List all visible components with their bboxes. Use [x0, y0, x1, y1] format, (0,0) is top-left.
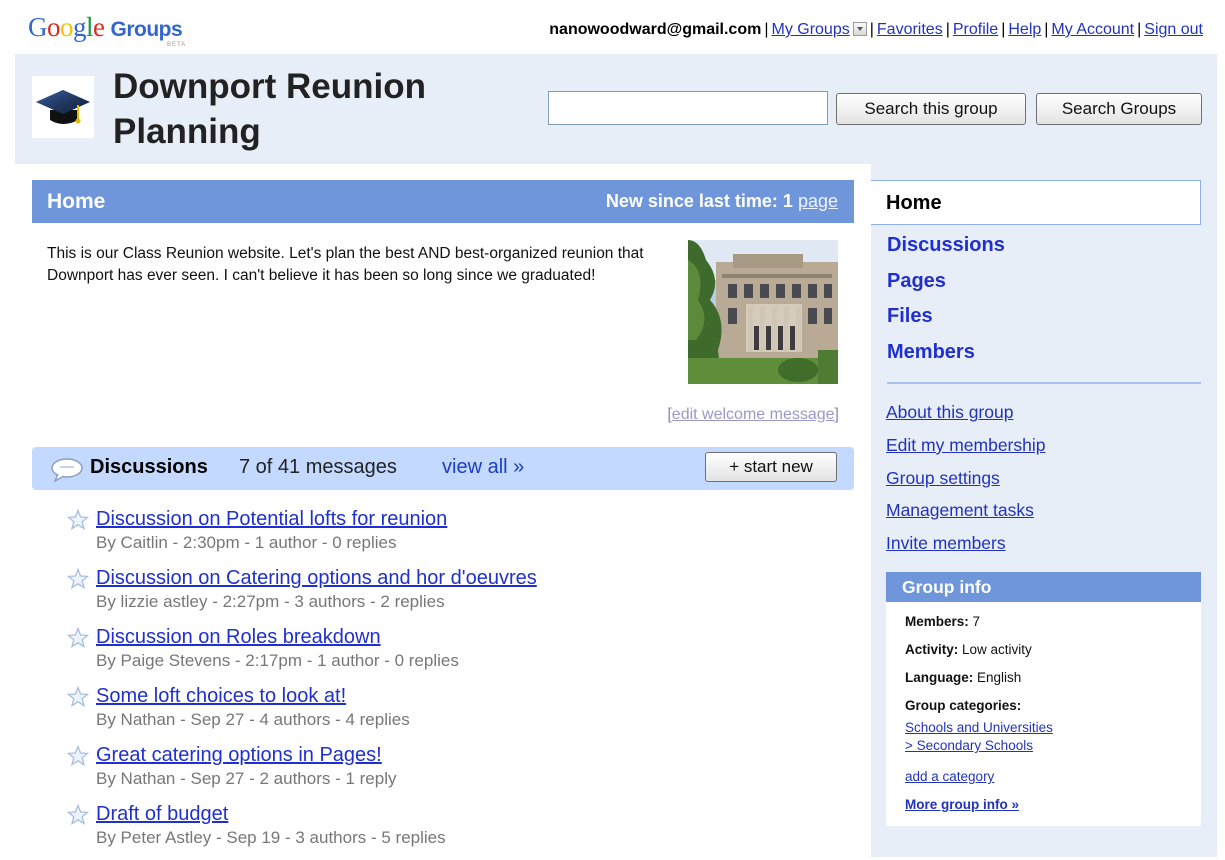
school-building-photo	[688, 240, 838, 384]
user-email: nanowoodward@gmail.com	[549, 21, 762, 38]
google-groups-logo[interactable]: Google Groups BETA	[28, 12, 187, 48]
top-bar: Google Groups BETA nanowoodward@gmail.com |…	[0, 0, 1225, 54]
edit-welcome-message-link[interactable]: edit welcome message	[672, 406, 835, 423]
my-groups-link[interactable]: My Groups	[771, 21, 849, 38]
header-divider	[15, 164, 871, 178]
view-all-link[interactable]: view all »	[442, 456, 524, 479]
search-groups-button[interactable]: Search Groups	[1036, 93, 1202, 125]
new-page-link[interactable]: page	[798, 191, 838, 211]
thread-link[interactable]: Draft of budget	[96, 801, 827, 827]
discussions-title: Discussions	[90, 456, 208, 478]
help-link[interactable]: Help	[1008, 21, 1041, 38]
favorites-link[interactable]: Favorites	[877, 21, 943, 38]
home-header-bar: Home New since last time: 1 page	[32, 180, 854, 223]
graduation-cap-icon	[32, 76, 94, 138]
thread-link[interactable]: Discussion on Roles breakdown	[96, 624, 827, 650]
management-tasks-link[interactable]: Management tasks	[886, 500, 1034, 521]
home-title: Home	[47, 190, 106, 213]
thread-meta: By Nathan - Sep 27 - 2 authors - 1 reply	[96, 769, 397, 788]
message-count: 7 of 41 messages	[239, 456, 397, 478]
star-icon[interactable]	[66, 803, 90, 826]
thread-meta: By Nathan - Sep 27 - 4 authors - 4 repli…	[96, 710, 410, 729]
group-info-header: Group info	[886, 572, 1201, 602]
sidebar-item-label: Home	[886, 192, 942, 214]
thread-meta: By Caitlin - 2:30pm - 1 author - 0 repli…	[96, 533, 397, 552]
list-item: Discussion on Catering options and hor d…	[66, 565, 827, 624]
search-input[interactable]	[548, 91, 828, 125]
logo-beta-text: BETA	[166, 42, 187, 48]
categories-label: Group categories:	[905, 698, 1022, 713]
edit-welcome-message: [edit welcome message]	[667, 406, 839, 423]
subcategory-link[interactable]: > Secondary Schools	[905, 738, 1033, 753]
group-header: Downport Reunion Planning Search this gr…	[15, 54, 1217, 164]
list-item: Great catering options in Pages! By Nath…	[66, 742, 827, 801]
sidebar-item-discussions[interactable]: Discussions	[887, 234, 1005, 257]
sign-out-link[interactable]: Sign out	[1144, 21, 1203, 38]
logo-groups-text: Groups BETA	[110, 18, 187, 48]
edit-membership-link[interactable]: Edit my membership	[886, 435, 1046, 456]
star-icon[interactable]	[66, 508, 90, 531]
about-group-link[interactable]: About this group	[886, 402, 1013, 423]
nav-tab-extension	[871, 164, 1217, 180]
group-settings-link[interactable]: Group settings	[886, 468, 1000, 489]
sidebar-item-pages[interactable]: Pages	[887, 270, 946, 293]
sidebar-item-files[interactable]: Files	[887, 305, 933, 328]
page-title: Downport Reunion Planning	[113, 67, 427, 151]
invite-members-link[interactable]: Invite members	[886, 533, 1006, 554]
thread-link[interactable]: Discussion on Potential lofts for reunio…	[96, 506, 827, 532]
members-info: Members: 7	[905, 614, 981, 629]
more-group-info-link[interactable]: More group info »	[905, 797, 1019, 812]
sidebar-item-home[interactable]: Home	[871, 180, 1201, 225]
sidebar-divider	[887, 382, 1201, 384]
star-icon[interactable]	[66, 626, 90, 649]
new-since-last-time: New since last time: 1 page	[605, 191, 838, 211]
star-icon[interactable]	[66, 685, 90, 708]
chevron-down-icon[interactable]	[852, 22, 867, 36]
my-account-link[interactable]: My Account	[1051, 21, 1134, 38]
star-icon[interactable]	[66, 744, 90, 767]
thread-meta: By Paige Stevens - 2:17pm - 1 author - 0…	[96, 651, 459, 670]
discussion-list: Discussion on Potential lofts for reunio…	[66, 506, 827, 860]
activity-info: Activity: Low activity	[905, 642, 1032, 657]
search-this-group-button[interactable]: Search this group	[836, 93, 1026, 125]
profile-link[interactable]: Profile	[953, 21, 998, 38]
add-category-link[interactable]: add a category	[905, 769, 994, 784]
logo-google-text: Google	[28, 12, 105, 42]
discussions-header-bar: Discussions 7 of 41 messages view all » …	[32, 447, 854, 490]
list-item: Discussion on Roles breakdown By Paige S…	[66, 624, 827, 683]
thread-link[interactable]: Great catering options in Pages!	[96, 742, 827, 768]
list-item: Draft of budget By Peter Astley - Sep 19…	[66, 801, 827, 860]
welcome-message: This is our Class Reunion website. Let's…	[47, 245, 644, 284]
list-item: Discussion on Potential lofts for reunio…	[66, 506, 827, 565]
group-info-panel: Group info Members: 7 Activity: Low acti…	[886, 572, 1201, 826]
thread-link[interactable]: Some loft choices to look at!	[96, 683, 827, 709]
thread-meta: By lizzie astley - 2:27pm - 3 authors - …	[96, 592, 445, 611]
thread-meta: By Peter Astley - Sep 19 - 3 authors - 5…	[96, 828, 446, 847]
list-item: Some loft choices to look at! By Nathan …	[66, 683, 827, 742]
thread-link[interactable]: Discussion on Catering options and hor d…	[96, 565, 827, 591]
start-new-button[interactable]: + start new	[705, 452, 837, 482]
sidebar-item-members[interactable]: Members	[887, 341, 975, 364]
speech-bubble-icon	[50, 457, 84, 488]
category-link[interactable]: Schools and Universities	[905, 720, 1053, 735]
group-info-title: Group info	[902, 577, 992, 597]
account-links: nanowoodward@gmail.com | My Groups | Favorit…	[549, 21, 1203, 38]
star-icon[interactable]	[66, 567, 90, 590]
language-info: Language: English	[905, 670, 1022, 685]
